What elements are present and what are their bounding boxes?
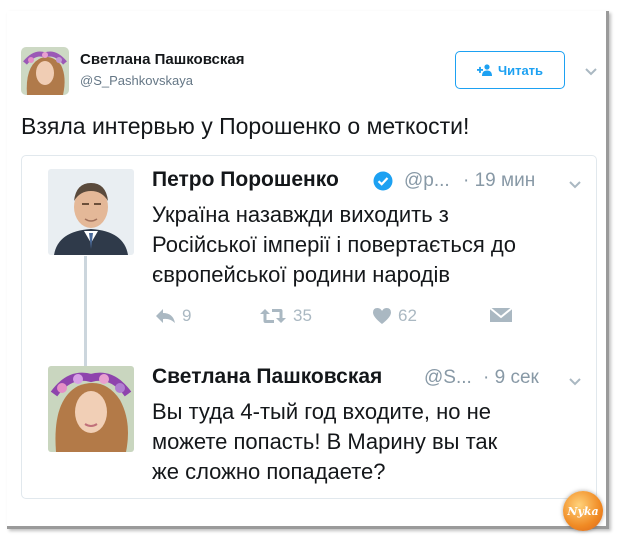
author-handle[interactable]: @S_Pashkovskaya	[80, 73, 193, 88]
tweet-actions: 9 35 62	[154, 306, 554, 330]
reply-button[interactable]: 9	[154, 306, 191, 326]
quoted-author-name[interactable]: Петро Порошенко	[152, 168, 339, 192]
tweet-card: Светлана Пашковская @S_Pashkovskaya Чита…	[7, 11, 609, 531]
reply-author-name[interactable]: Светлана Пашковская	[152, 365, 382, 389]
reply-count: 9	[182, 306, 192, 325]
retweet-count: 35	[293, 306, 312, 325]
follow-button[interactable]: Читать	[455, 51, 565, 89]
like-button[interactable]: 62	[372, 306, 417, 326]
reply-tweet-text: Вы туда 4-тый год входите, но не можете …	[152, 399, 498, 484]
reply-icon	[156, 309, 175, 323]
direct-message-button[interactable]	[489, 306, 513, 324]
quoted-tweet-text: Україна назавжди виходить з Російської і…	[152, 202, 516, 287]
add-user-icon	[476, 64, 492, 76]
tweet-text: Взяла интервью у Порошенко о меткости!	[21, 113, 470, 139]
watermark-logo: Nyka	[563, 491, 603, 531]
author-avatar[interactable]	[21, 47, 69, 95]
reply-author-avatar[interactable]	[48, 366, 134, 452]
quoted-tweet-time[interactable]: · 19 мин	[463, 170, 535, 192]
like-count: 62	[398, 306, 417, 325]
verified-badge-icon	[373, 171, 393, 191]
reply-tweet-time[interactable]: · 9 сек	[483, 367, 539, 389]
quoted-author-handle[interactable]: @p...	[404, 170, 450, 192]
follow-label: Читать	[497, 62, 544, 78]
author-name[interactable]: Светлана Пашковская	[80, 51, 244, 68]
poroshenko-avatar[interactable]	[48, 169, 134, 255]
reply-author-handle[interactable]: @S...	[424, 367, 472, 389]
quoted-thread[interactable]: Петро Порошенко @p... · 19 мин Україна н…	[21, 155, 597, 499]
chevron-down-icon[interactable]	[567, 176, 583, 192]
thread-connector	[84, 256, 87, 368]
chevron-down-icon[interactable]	[567, 373, 583, 389]
heart-icon	[373, 308, 391, 324]
watermark-text: Nyka	[567, 504, 599, 518]
retweet-icon	[260, 309, 286, 323]
chevron-down-icon[interactable]	[583, 63, 599, 79]
retweet-button[interactable]: 35	[259, 306, 312, 326]
envelope-icon	[489, 307, 513, 322]
